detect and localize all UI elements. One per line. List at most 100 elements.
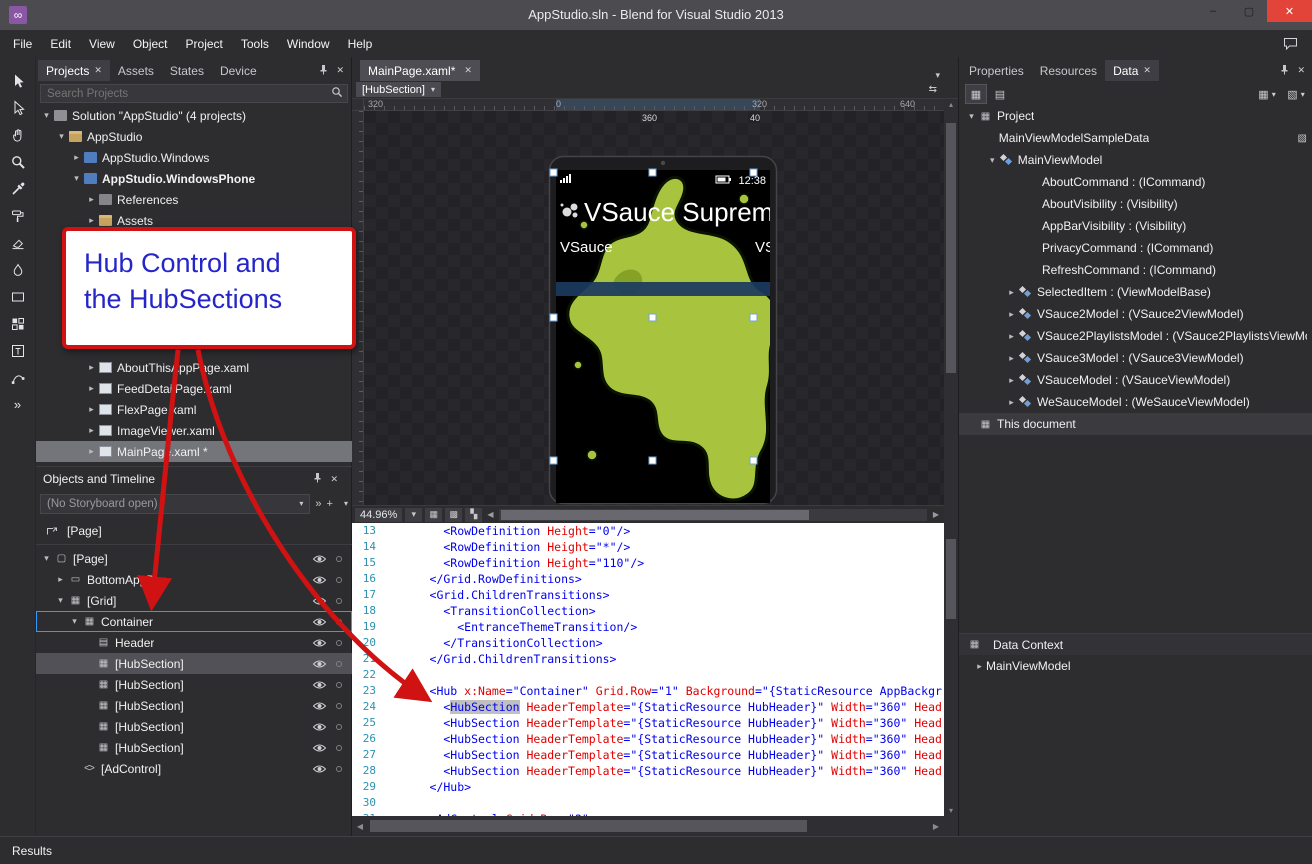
close-tab-icon[interactable]: ✕ bbox=[464, 65, 472, 76]
code-line[interactable]: 24 <HubSection HeaderTemplate="{StaticRe… bbox=[352, 699, 944, 715]
scroll-thumb[interactable] bbox=[501, 509, 810, 520]
object-item[interactable]: ▦ [HubSection] bbox=[36, 695, 352, 716]
tree-row[interactable]: ▾ AppStudio bbox=[36, 126, 352, 147]
tab-resources[interactable]: Resources bbox=[1032, 60, 1105, 81]
expander-icon[interactable]: ▸ bbox=[1005, 331, 1018, 342]
code-line[interactable]: 16 </Grid.RowDefinitions> bbox=[352, 571, 944, 587]
expander-icon[interactable]: ▸ bbox=[70, 152, 83, 163]
object-item[interactable]: ▤ Header bbox=[36, 632, 352, 653]
phone-preview[interactable]: 12:38 VSauce Supreme VSauce VS bbox=[548, 155, 778, 505]
expander-icon[interactable]: ▾ bbox=[55, 131, 68, 142]
visibility-eye-icon[interactable] bbox=[312, 596, 327, 606]
visibility-eye-icon[interactable] bbox=[312, 659, 327, 669]
visibility-eye-icon[interactable] bbox=[312, 638, 327, 648]
zoom-level[interactable]: 44.96% bbox=[355, 507, 403, 522]
lock-dot-icon[interactable] bbox=[336, 555, 342, 562]
code-line[interactable]: 18 <TransitionCollection> bbox=[352, 603, 944, 619]
lock-dot-icon[interactable] bbox=[336, 723, 342, 730]
layout-grid-tool[interactable] bbox=[0, 310, 35, 337]
code-line[interactable]: 15 <RowDefinition Height="110"/> bbox=[352, 555, 944, 571]
close-tab-icon[interactable]: ✕ bbox=[94, 65, 102, 76]
expander-icon[interactable]: ▸ bbox=[1005, 397, 1018, 408]
visibility-eye-icon[interactable] bbox=[312, 575, 327, 585]
expander-icon[interactable]: ▸ bbox=[1005, 353, 1018, 364]
snap-grid-icon[interactable]: ▦ bbox=[425, 507, 443, 522]
code-line[interactable]: 13 <RowDefinition Height="0"/> bbox=[352, 523, 944, 539]
close-panel-icon[interactable]: ✕ bbox=[336, 65, 344, 76]
tree-row[interactable]: ▸ ImageViewer.xaml bbox=[36, 420, 352, 441]
expander-icon[interactable]: ▸ bbox=[973, 661, 986, 672]
code-line[interactable]: 21 </Grid.ChildrenTransitions> bbox=[352, 651, 944, 667]
object-item[interactable]: ▾ ▦ Container bbox=[36, 611, 352, 632]
code-line[interactable]: 25 <HubSection HeaderTemplate="{StaticRe… bbox=[352, 715, 944, 731]
pin-icon[interactable] bbox=[318, 64, 329, 78]
data-item[interactable]: AppBarVisibility : (Visibility) bbox=[959, 215, 1312, 237]
scroll-thumb[interactable] bbox=[946, 539, 956, 619]
tree-row[interactable]: ▸ References bbox=[36, 189, 352, 210]
maximize-button[interactable]: ▢ bbox=[1231, 0, 1267, 22]
expander-icon[interactable]: ▸ bbox=[85, 425, 98, 436]
expander-icon[interactable]: ▾ bbox=[68, 616, 81, 627]
expander-icon[interactable]: ▸ bbox=[85, 404, 98, 415]
code-line[interactable]: 17 <Grid.ChildrenTransitions> bbox=[352, 587, 944, 603]
expander-icon[interactable]: ▸ bbox=[1005, 287, 1018, 298]
visibility-eye-icon[interactable] bbox=[312, 701, 327, 711]
object-item[interactable]: <> [AdControl] bbox=[36, 758, 352, 779]
swap-views-icon[interactable]: ⇆ bbox=[929, 84, 937, 95]
vertical-scrollbar[interactable]: ▴ ▾ bbox=[944, 99, 958, 816]
lock-dot-icon[interactable] bbox=[336, 744, 342, 751]
expander-icon[interactable]: ▾ bbox=[40, 110, 53, 121]
lock-dot-icon[interactable] bbox=[336, 639, 342, 646]
expander-icon[interactable]: ▸ bbox=[85, 194, 98, 205]
scroll-left-icon[interactable]: ◀ bbox=[352, 822, 368, 831]
lock-dot-icon[interactable] bbox=[336, 576, 342, 583]
scope-up-icon[interactable] bbox=[45, 523, 59, 539]
close-tab-icon[interactable]: ✕ bbox=[1143, 65, 1151, 76]
menu-help[interactable]: Help bbox=[339, 32, 382, 56]
feedback-icon[interactable] bbox=[1283, 37, 1298, 50]
ink-tool[interactable] bbox=[0, 256, 35, 283]
selection-tool[interactable] bbox=[0, 67, 35, 94]
expander-icon[interactable]: ▸ bbox=[85, 446, 98, 457]
visibility-eye-icon[interactable] bbox=[312, 743, 327, 753]
code-line[interactable]: 19 <EntranceThemeTransition/> bbox=[352, 619, 944, 635]
menu-edit[interactable]: Edit bbox=[41, 32, 80, 56]
zoom-tool[interactable] bbox=[0, 148, 35, 175]
data-item[interactable]: ▸ VSauce3Model : (VSauce3ViewModel) bbox=[959, 347, 1312, 369]
tab-states[interactable]: States bbox=[162, 60, 212, 81]
tree-row[interactable]: ▾ AppStudio.WindowsPhone bbox=[36, 168, 352, 189]
horizontal-scrollbar[interactable]: ◀ ▶ bbox=[352, 816, 944, 836]
code-line[interactable]: 20 </TransitionCollection> bbox=[352, 635, 944, 651]
path-tool[interactable] bbox=[0, 364, 35, 391]
lock-dot-icon[interactable] bbox=[336, 660, 342, 667]
storyboard-chevrons-icon[interactable]: » bbox=[315, 498, 321, 510]
tree-row[interactable]: ▾ Solution "AppStudio" (4 projects) bbox=[36, 105, 352, 126]
storyboard-dropdown-icon[interactable]: ▾ bbox=[338, 499, 348, 508]
object-item[interactable]: ▦ [HubSection] bbox=[36, 716, 352, 737]
scroll-right-icon[interactable]: ▶ bbox=[931, 510, 941, 519]
close-button[interactable]: ✕ bbox=[1267, 0, 1312, 22]
code-line[interactable]: 14 <RowDefinition Height="*"/> bbox=[352, 539, 944, 555]
expander-icon[interactable]: ▾ bbox=[40, 553, 53, 564]
object-item[interactable]: ▦ [HubSection] bbox=[36, 737, 352, 758]
object-item[interactable]: ▦ [HubSection] bbox=[36, 653, 352, 674]
new-storyboard-icon[interactable]: + bbox=[327, 498, 333, 510]
tab-device[interactable]: Device bbox=[212, 60, 265, 81]
tab-projects[interactable]: Projects ✕ bbox=[38, 60, 110, 81]
expander-icon[interactable]: ▸ bbox=[85, 362, 98, 373]
artboard[interactable]: 360 40 12:38 VSauce Supreme VSauce VS bbox=[364, 111, 944, 505]
snapping-icon[interactable]: ▚ bbox=[465, 507, 483, 522]
visibility-eye-icon[interactable] bbox=[312, 722, 327, 732]
tree-row[interactable]: ▸ AppStudio.Windows bbox=[36, 147, 352, 168]
paint-roller-tool[interactable] bbox=[0, 202, 35, 229]
code-line[interactable]: 30 bbox=[352, 795, 944, 811]
expander-icon[interactable]: ▸ bbox=[1005, 375, 1018, 386]
tab-data[interactable]: Data ✕ bbox=[1105, 60, 1159, 81]
data-item[interactable]: ▸ VSauce2PlaylistsModel : (VSauce2Playlis… bbox=[959, 325, 1312, 347]
create-data-source-button[interactable]: ▦ ▾ bbox=[1257, 85, 1277, 103]
data-item[interactable]: ▸ VSauceModel : (VSauceViewModel) bbox=[959, 369, 1312, 391]
expander-icon[interactable]: ▾ bbox=[70, 173, 83, 184]
snap-gridlines-icon[interactable]: ▩ bbox=[445, 507, 463, 522]
code-line[interactable]: 23 <Hub x:Name="Container" Grid.Row="1" … bbox=[352, 683, 944, 699]
minimize-button[interactable]: – bbox=[1195, 0, 1231, 22]
